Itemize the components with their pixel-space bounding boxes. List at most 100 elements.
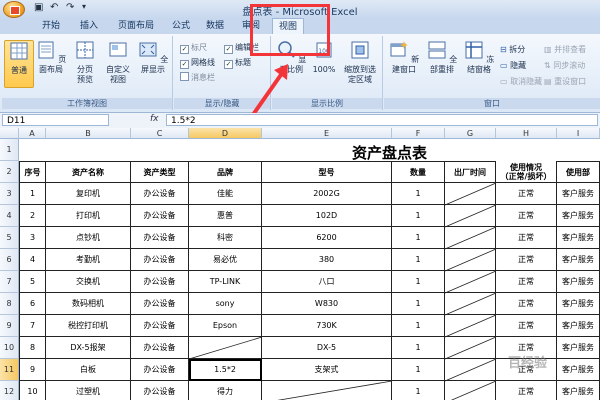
table-cell[interactable]: 正常: [496, 381, 557, 400]
table-cell[interactable]: 客户服务: [557, 183, 600, 205]
table-cell[interactable]: 易必优: [189, 249, 262, 271]
table-cell[interactable]: 客户服务: [557, 227, 600, 249]
table-cell[interactable]: 办公设备: [131, 227, 189, 249]
table-cell[interactable]: 730K: [262, 315, 392, 337]
worksheet-grid[interactable]: ABCDEFGHI 1 2 3 4 5 6 7 8 9 10 11 12 序号 资产名称 资产类型 品牌 型号…: [0, 128, 600, 400]
insert-function-icon[interactable]: fx: [150, 114, 159, 124]
table-cell[interactable]: 办公设备: [131, 183, 189, 205]
column-header-h[interactable]: H: [496, 128, 557, 139]
table-cell[interactable]: 办公设备: [131, 249, 189, 271]
header-cell-4[interactable]: 型号: [262, 161, 392, 183]
table-cell[interactable]: 1: [392, 293, 445, 315]
table-cell[interactable]: 1: [392, 227, 445, 249]
header-cell-6[interactable]: 出厂时间: [445, 161, 496, 183]
table-cell[interactable]: 1: [19, 183, 46, 205]
table-cell[interactable]: 1: [392, 271, 445, 293]
row-header-3[interactable]: 3: [0, 183, 19, 205]
table-cell[interactable]: 102D: [262, 205, 392, 227]
table-cell[interactable]: 8: [19, 337, 46, 359]
zoom-to-selection-button[interactable]: 缩放到选定区域: [340, 40, 380, 85]
table-cell[interactable]: 客户服务: [557, 381, 600, 400]
table-cell[interactable]: 正常: [496, 315, 557, 337]
header-cell-3[interactable]: 品牌: [189, 161, 262, 183]
row-header-6[interactable]: 6: [0, 249, 19, 271]
page-layout-view-button[interactable]: 页面布局: [34, 40, 68, 75]
table-cell[interactable]: 点钞机: [46, 227, 131, 249]
table-cell[interactable]: 9: [19, 359, 46, 381]
table-cell[interactable]: 支架式: [262, 359, 392, 381]
row-header-5[interactable]: 5: [0, 227, 19, 249]
synchronous-scrolling-button[interactable]: ⇅ 同步滚动: [544, 60, 585, 71]
table-cell[interactable]: [445, 205, 496, 227]
table-cell[interactable]: [445, 249, 496, 271]
column-header-e[interactable]: E: [262, 128, 392, 139]
reset-window-position-button[interactable]: ▤ 重设窗口: [544, 76, 586, 87]
name-box[interactable]: D11: [2, 114, 109, 126]
table-cell[interactable]: 办公设备: [131, 293, 189, 315]
table-cell[interactable]: 5: [19, 271, 46, 293]
header-cell-5[interactable]: 数量: [392, 161, 445, 183]
table-cell[interactable]: 数码相机: [46, 293, 131, 315]
table-cell[interactable]: 380: [262, 249, 392, 271]
table-cell[interactable]: [445, 337, 496, 359]
row-header-8[interactable]: 8: [0, 293, 19, 315]
full-screen-button[interactable]: 全屏显示: [136, 40, 170, 75]
gridlines-checkbox[interactable]: ✓ 网格线: [180, 57, 215, 69]
tab-home[interactable]: 开始: [36, 18, 66, 34]
table-cell[interactable]: 正常: [496, 293, 557, 315]
table-cell[interactable]: 1: [392, 183, 445, 205]
freeze-panes-button[interactable]: 冻结窗格: [462, 40, 496, 75]
table-cell[interactable]: 八口: [262, 271, 392, 293]
normal-view-button[interactable]: 普通: [4, 40, 34, 88]
tab-data[interactable]: 数据: [200, 18, 230, 34]
table-cell[interactable]: [445, 183, 496, 205]
table-cell[interactable]: [445, 381, 496, 400]
table-cell[interactable]: 白板: [46, 359, 131, 381]
view-side-by-side-button[interactable]: ▥ 并排查看: [544, 44, 586, 55]
split-button[interactable]: ⊟ 拆分: [500, 44, 525, 55]
table-cell[interactable]: DX-5: [262, 337, 392, 359]
row-header-4[interactable]: 4: [0, 205, 19, 227]
table-cell[interactable]: 正常: [496, 227, 557, 249]
hide-window-button[interactable]: ▭ 隐藏: [500, 60, 526, 71]
table-cell[interactable]: 7: [19, 315, 46, 337]
table-cell[interactable]: 4: [19, 249, 46, 271]
table-cell[interactable]: 打印机: [46, 205, 131, 227]
table-cell[interactable]: 科密: [189, 227, 262, 249]
table-cell[interactable]: 正常: [496, 271, 557, 293]
table-cell[interactable]: 办公设备: [131, 337, 189, 359]
table-cell[interactable]: 惠普: [189, 205, 262, 227]
new-window-button[interactable]: 新建窗口: [386, 40, 422, 75]
table-cell[interactable]: 税控打印机: [46, 315, 131, 337]
table-cell[interactable]: 办公设备: [131, 359, 189, 381]
row-header-9[interactable]: 9: [0, 315, 19, 337]
table-cell[interactable]: 正常: [496, 183, 557, 205]
header-cell-1[interactable]: 资产名称: [46, 161, 131, 183]
table-cell[interactable]: 考勤机: [46, 249, 131, 271]
table-cell[interactable]: [445, 271, 496, 293]
column-header-g[interactable]: G: [445, 128, 496, 139]
table-cell[interactable]: TP-LINK: [189, 271, 262, 293]
column-header-i[interactable]: I: [557, 128, 600, 139]
column-header-f[interactable]: F: [392, 128, 445, 139]
column-header-d[interactable]: D: [189, 128, 262, 139]
table-cell[interactable]: 客户服务: [557, 249, 600, 271]
table-cell[interactable]: 客户服务: [557, 315, 600, 337]
table-cell[interactable]: sony: [189, 293, 262, 315]
formula-input[interactable]: 1.5*2: [166, 114, 598, 126]
table-cell[interactable]: 1: [392, 359, 445, 381]
row-header-10[interactable]: 10: [0, 337, 19, 359]
table-cell[interactable]: 1: [392, 249, 445, 271]
row-header-2[interactable]: 2: [0, 161, 19, 183]
row-header-12[interactable]: 12: [0, 381, 19, 400]
header-cell-0[interactable]: 序号: [19, 161, 46, 183]
table-cell[interactable]: 1: [392, 205, 445, 227]
table-cell[interactable]: 办公设备: [131, 381, 189, 400]
column-header-c[interactable]: C: [131, 128, 189, 139]
arrange-all-button[interactable]: 全部重排: [424, 40, 460, 75]
table-cell[interactable]: [445, 359, 496, 381]
table-cell[interactable]: 正常: [496, 205, 557, 227]
table-cell[interactable]: 客户服务: [557, 271, 600, 293]
table-cell[interactable]: 2002G: [262, 183, 392, 205]
table-cell[interactable]: [262, 381, 392, 400]
